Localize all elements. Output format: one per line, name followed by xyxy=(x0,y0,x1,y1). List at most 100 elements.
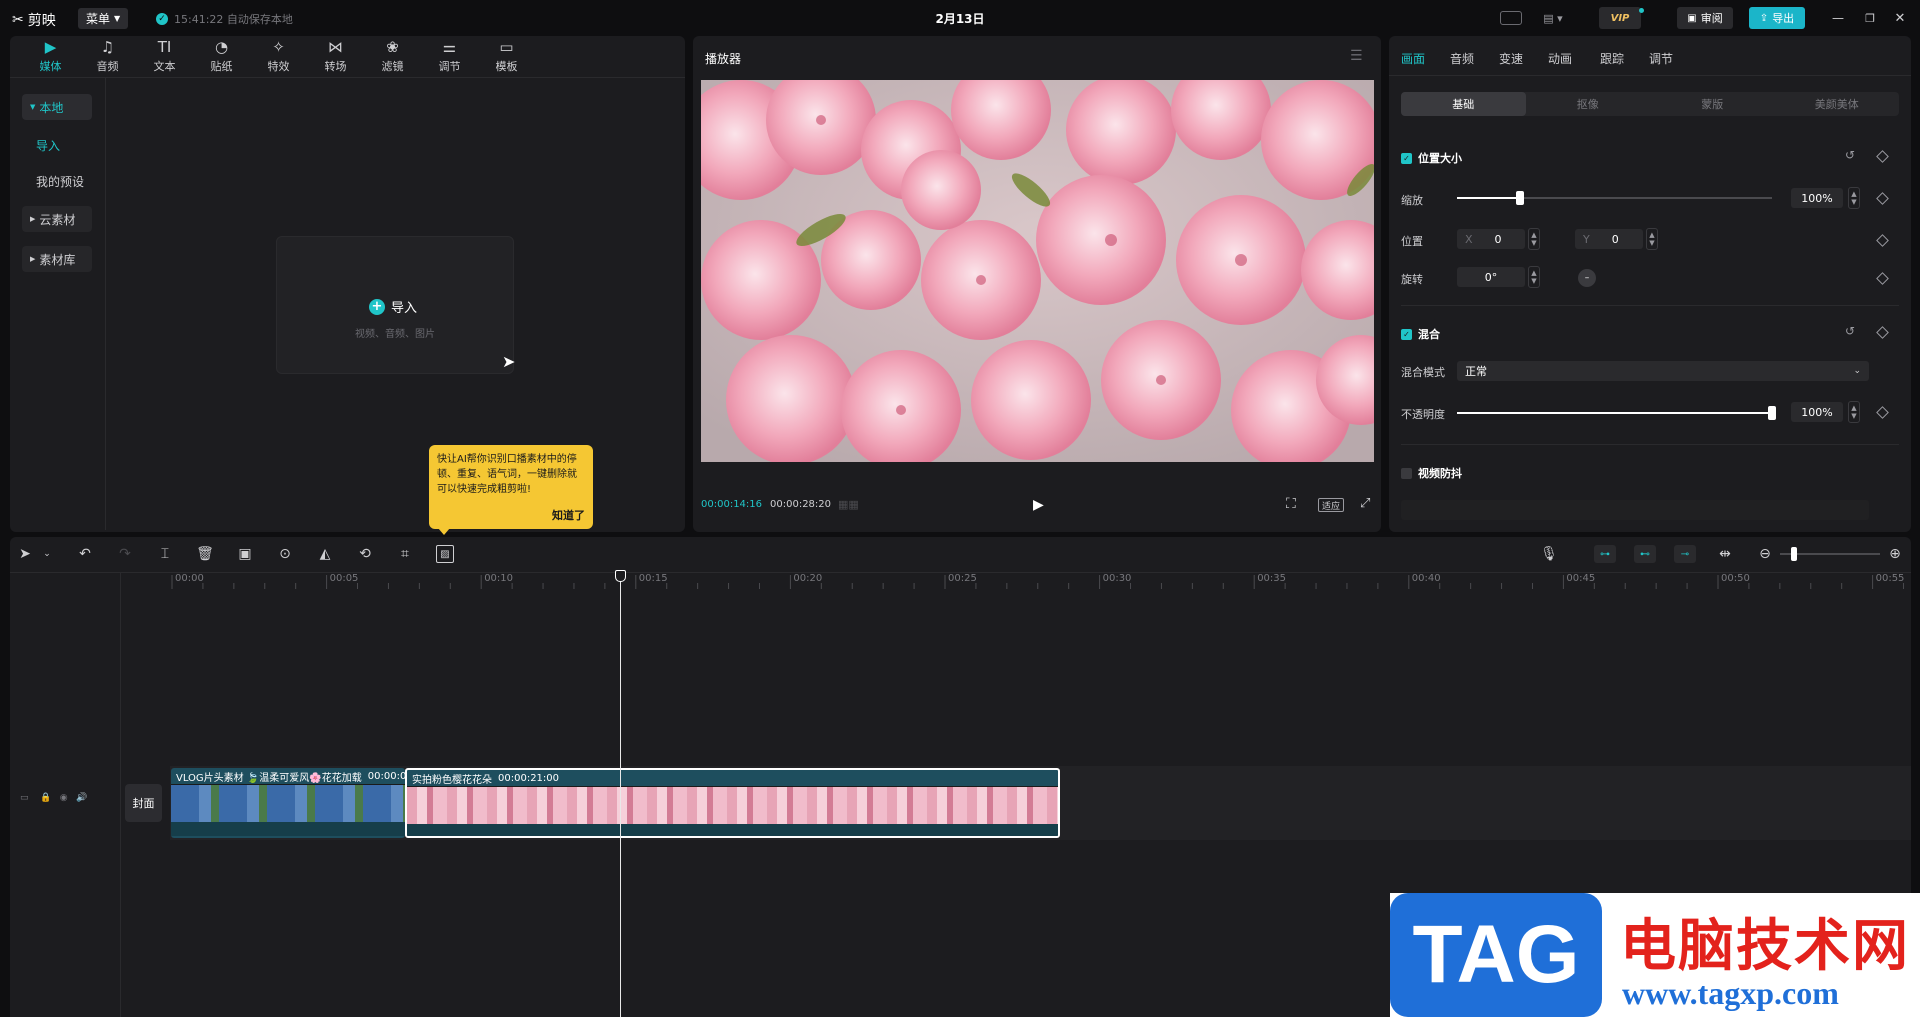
crop-icon[interactable]: ⌗ xyxy=(396,545,414,563)
timeline-clip-cherry-blossom[interactable]: 实拍粉色樱花花朵 00:00:21:00 xyxy=(405,768,1060,838)
tab-template[interactable]: ▭ 模板 xyxy=(478,36,535,78)
sidebar-item-local[interactable]: ▼ 本地 xyxy=(22,94,92,120)
rotate-icon[interactable]: ⟲ xyxy=(356,545,374,563)
zoom-out-icon[interactable]: ⊖ xyxy=(1756,545,1774,563)
export-button[interactable]: ⇪ 导出 xyxy=(1749,7,1805,29)
rotate-dial-icon[interactable]: – xyxy=(1578,269,1596,287)
delete-icon[interactable]: 🗑 xyxy=(196,545,214,563)
subtab-beauty[interactable]: 美颜美体 xyxy=(1775,92,1900,116)
split-icon[interactable]: ⌶ xyxy=(156,545,174,563)
menu-button[interactable]: 菜单 ▼ xyxy=(78,8,129,29)
keyboard-shortcuts-icon[interactable] xyxy=(1500,11,1522,25)
playhead-handle[interactable] xyxy=(615,570,626,582)
import-dropzone[interactable]: + 导入 视频、音频、图片 xyxy=(276,236,514,374)
main-track-magnet-icon[interactable]: ⊶ xyxy=(1594,545,1616,563)
restore-icon[interactable]: ❐ xyxy=(1861,7,1879,29)
position-y-stepper[interactable]: ▲ ▼ xyxy=(1646,228,1658,250)
rotate-input[interactable]: 0° xyxy=(1457,267,1525,287)
checkbox-unchecked-icon[interactable] xyxy=(1401,467,1412,479)
tab-speed[interactable]: 变速 xyxy=(1499,50,1523,67)
sidebar-item-library[interactable]: ▶ 素材库 xyxy=(22,246,92,272)
ai-tip-text: 快让AI帮你识别口播素材中的停顿、重复、语气词，一键删除就可以快速完成粗剪啦! xyxy=(437,454,577,495)
review-button[interactable]: ▣ 审阅 xyxy=(1677,7,1733,29)
redo-icon[interactable]: ↷ xyxy=(116,545,134,563)
blend-mode-select[interactable]: 正常 ⌄ xyxy=(1457,361,1869,381)
aspect-ratio-button[interactable]: 适应 xyxy=(1318,498,1345,512)
chevron-down-icon[interactable]: ⌄ xyxy=(38,545,56,563)
player-menu-icon[interactable]: ☰ xyxy=(1350,48,1363,64)
auto-snap-icon[interactable]: ⊷ xyxy=(1634,545,1656,563)
scale-input[interactable]: 100% xyxy=(1791,188,1843,208)
preview-axis-icon[interactable]: ⇹ xyxy=(1716,545,1734,563)
tab-picture[interactable]: 画面 xyxy=(1401,50,1425,67)
position-size-section[interactable]: ✓ 位置大小 xyxy=(1401,150,1462,166)
speaker-icon[interactable]: 🔊 xyxy=(76,793,87,803)
undo-icon[interactable]: ↶ xyxy=(76,545,94,563)
timecode-grid-icon[interactable]: ▦▦ xyxy=(838,498,859,511)
reset-icon[interactable]: ↺ xyxy=(1845,324,1855,338)
subtab-basic[interactable]: 基础 xyxy=(1401,92,1526,116)
zoom-in-icon[interactable]: ⊕ xyxy=(1886,545,1904,563)
close-icon[interactable]: ✕ xyxy=(1891,7,1909,29)
position-x-input[interactable]: X0 xyxy=(1457,229,1525,249)
lock-icon[interactable]: 🔒 xyxy=(40,793,51,803)
play-icon[interactable]: ▶ xyxy=(1033,497,1044,513)
position-x-stepper[interactable]: ▲ ▼ xyxy=(1528,228,1540,250)
checkbox-checked-icon[interactable]: ✓ xyxy=(1401,152,1412,164)
ruler-tick-label: 00:35 xyxy=(1257,573,1287,584)
tab-text[interactable]: TI 文本 xyxy=(136,36,193,78)
cover-button[interactable]: 封面 xyxy=(125,784,162,822)
stabilize-section[interactable]: 视频防抖 xyxy=(1401,465,1462,481)
sidebar-item-import[interactable]: 导入 xyxy=(22,132,92,158)
tab-tracking[interactable]: 跟踪 xyxy=(1600,50,1624,67)
blend-section[interactable]: ✓ 混合 xyxy=(1401,326,1440,342)
playhead-line[interactable] xyxy=(620,573,621,1017)
reset-icon[interactable]: ↺ xyxy=(1845,148,1855,162)
scale-slider[interactable] xyxy=(1457,191,1772,205)
subtab-cutout[interactable]: 抠像 xyxy=(1526,92,1651,116)
sidebar-item-presets[interactable]: 我的预设 xyxy=(22,168,92,194)
tab-audio-props[interactable]: 音频 xyxy=(1450,50,1474,67)
linkage-icon[interactable]: ⊸ xyxy=(1674,545,1696,563)
minimize-icon[interactable]: — xyxy=(1829,7,1847,29)
tab-animation[interactable]: 动画 xyxy=(1548,50,1572,67)
select-cursor-icon[interactable]: ➤ xyxy=(16,545,34,563)
site-name: 电脑技术网 xyxy=(1620,914,1910,979)
tab-filter[interactable]: ❀ 滤镜 xyxy=(364,36,421,78)
tab-adjust-props[interactable]: 调节 xyxy=(1649,50,1673,67)
scale-label: 缩放 xyxy=(1401,194,1423,207)
mirror-icon[interactable]: ◭ xyxy=(316,545,334,563)
opacity-slider[interactable] xyxy=(1457,406,1776,420)
picture-in-picture-icon[interactable]: ▨ xyxy=(436,545,454,563)
ruler-tick-label: 00:15 xyxy=(638,573,668,584)
eye-icon[interactable]: ◉ xyxy=(60,793,68,803)
opacity-input[interactable]: 100% xyxy=(1791,402,1843,422)
tab-sticker[interactable]: ◔ 贴纸 xyxy=(193,36,250,78)
track-monitor-icon[interactable]: ▭ xyxy=(20,793,29,803)
scale-stepper[interactable]: ▲ ▼ xyxy=(1848,187,1860,209)
position-y-input[interactable]: Y0 xyxy=(1575,229,1643,249)
caret-right-icon: ▶ xyxy=(30,255,36,263)
notification-dot xyxy=(1639,8,1644,13)
tab-media[interactable]: ▶ 媒体 xyxy=(22,36,79,78)
rotate-stepper[interactable]: ▲ ▼ xyxy=(1528,266,1540,288)
opacity-stepper[interactable]: ▲ ▼ xyxy=(1848,401,1860,423)
tab-transition[interactable]: ⋈ 转场 xyxy=(307,36,364,78)
reverse-icon[interactable]: ⊙ xyxy=(276,545,294,563)
zoom-slider-knob[interactable] xyxy=(1791,547,1797,561)
fullscreen-capture-icon[interactable]: ⛶ xyxy=(1286,496,1296,512)
autosave-status: ✓ 15:41:22 自动保存本地 xyxy=(156,11,293,27)
got-it-button[interactable]: 知道了 xyxy=(552,508,585,523)
layout-menu-icon[interactable]: ▤ ▾ xyxy=(1536,7,1570,29)
sidebar-item-cloud[interactable]: ▶ 云素材 xyxy=(22,206,92,232)
vip-badge[interactable]: VIP xyxy=(1599,7,1641,29)
tab-adjust[interactable]: ⚌ 调节 xyxy=(421,36,478,78)
checkbox-checked-icon[interactable]: ✓ xyxy=(1401,328,1412,340)
subtab-mask[interactable]: 蒙版 xyxy=(1650,92,1775,116)
tab-audio[interactable]: ♫ 音频 xyxy=(79,36,136,78)
freeze-frame-icon[interactable]: ▣ xyxy=(236,545,254,563)
microphone-icon[interactable]: 🎙 xyxy=(1540,545,1558,563)
tab-effects[interactable]: ✧ 特效 xyxy=(250,36,307,78)
timeline-clip-vlog-intro[interactable]: VLOG片头素材 🍃温柔可爱风🌸花花加载 00:00:0 xyxy=(171,768,405,838)
expand-icon[interactable]: ⤢ xyxy=(1360,496,1370,511)
